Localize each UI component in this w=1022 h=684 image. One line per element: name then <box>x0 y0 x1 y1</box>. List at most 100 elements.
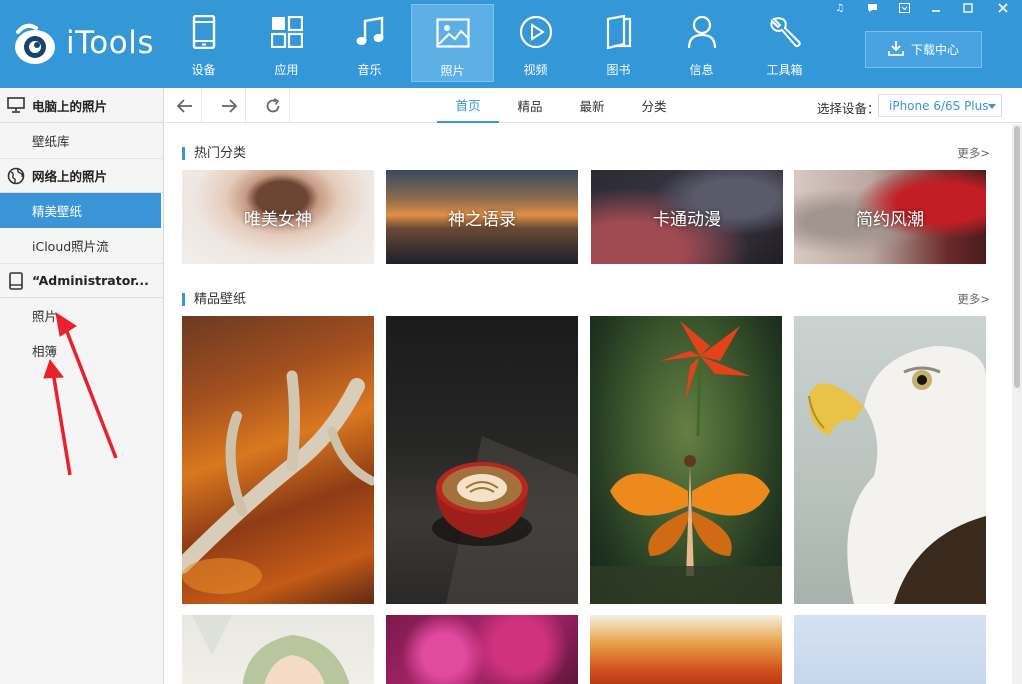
tab-featured[interactable]: 精品 <box>499 88 561 123</box>
nav-label: 设备 <box>191 63 216 77</box>
sidebar-item-label: 相簿 <box>32 344 58 359</box>
device-icon <box>7 271 25 290</box>
device-select-label: 选择设备： <box>817 101 880 116</box>
tab-latest[interactable]: 最新 <box>561 88 623 123</box>
nav-photos[interactable]: 照片 <box>411 4 494 82</box>
nav-device[interactable]: 设备 <box>162 4 245 82</box>
eagle-image <box>808 346 986 604</box>
sidebar-item-wallpaper-library[interactable]: 壁纸库 <box>0 123 163 158</box>
back-arrow-icon[interactable] <box>170 88 200 123</box>
category-tile[interactable]: 神之语录 <box>386 170 578 264</box>
nav-label: 应用 <box>274 63 299 77</box>
maximize-icon[interactable] <box>952 0 984 16</box>
app-name: iTools <box>66 25 154 61</box>
sidebar-item-label: iCloud照片流 <box>32 239 109 254</box>
scrollbar-thumb[interactable] <box>1014 126 1020 388</box>
apps-grid-icon <box>269 14 305 50</box>
download-label: 下载中心 <box>910 43 959 57</box>
category-tile[interactable]: 卡通动漫 <box>591 170 783 264</box>
hot-categories-title: 热门分类 <box>182 147 246 160</box>
content-tabs: 首页 精品 最新 分类 <box>437 88 685 123</box>
window-controls: ♫ <box>824 0 1022 16</box>
nav-label: 音乐 <box>357 63 382 77</box>
category-tile[interactable]: 唯美女神 <box>182 170 374 264</box>
music-note-icon <box>352 14 388 50</box>
itools-logo-icon <box>15 23 55 64</box>
book-icon <box>601 14 637 50</box>
sidebar-section-title: 电脑上的照片 <box>32 98 108 114</box>
category-tile[interactable]: 简约风潮 <box>794 170 986 264</box>
device-select[interactable]: iPhone 6/6S Plus <box>878 94 1002 117</box>
app-logo: iTools <box>12 20 154 66</box>
chevron-down-icon <box>988 104 996 109</box>
nav-label: 图书 <box>606 63 631 77</box>
wallpaper-thumbnail[interactable] <box>794 615 986 684</box>
nav-music[interactable]: 音乐 <box>328 4 411 82</box>
sidebar-item-albums[interactable]: 相簿 <box>0 333 163 368</box>
sidebar-item-featured-wallpapers[interactable]: 精美壁纸 <box>0 193 161 228</box>
toolbar-divider <box>289 88 290 123</box>
tab-categories[interactable]: 分类 <box>623 88 685 123</box>
wallpaper-thumbnail[interactable] <box>590 615 782 684</box>
sidebar-item-label: 精美壁纸 <box>32 204 83 219</box>
play-icon <box>518 14 554 50</box>
download-center-button[interactable]: 下载中心 <box>865 31 982 68</box>
wallpaper-thumbnail[interactable] <box>386 615 578 684</box>
nav-apps[interactable]: 应用 <box>245 4 328 82</box>
sidebar: 电脑上的照片 壁纸库 网络上的照片 精美壁纸 iCloud照片流 “Admini… <box>0 88 164 684</box>
wrench-icon <box>767 14 803 50</box>
anime-girl-image <box>192 615 350 684</box>
antler-image <box>182 370 374 594</box>
toolbar-divider <box>201 88 202 123</box>
latte-cup-image <box>432 436 578 604</box>
category-label: 神之语录 <box>448 209 516 230</box>
category-label: 简约风潮 <box>856 209 924 230</box>
nav-label: 工具箱 <box>766 63 803 77</box>
wallpapers-title: 精品壁纸 <box>182 293 246 306</box>
butterfly-woman-image <box>590 321 782 604</box>
sidebar-section-title: “Administrator... <box>32 273 149 288</box>
sidebar-item-icloud-photostream[interactable]: iCloud照片流 <box>0 228 163 263</box>
monitor-icon <box>7 96 25 114</box>
wallpaper-thumbnail[interactable] <box>590 316 782 604</box>
nav-messages[interactable]: 信息 <box>660 4 743 82</box>
nav-video[interactable]: 视频 <box>494 4 577 82</box>
sidebar-section-title: 网络上的照片 <box>32 169 108 184</box>
minimize-icon[interactable] <box>920 0 952 16</box>
main-content: 热门分类 更多> 唯美女神 神之语录 卡通动漫 简约风潮 精品壁纸 更多> <box>165 124 1012 684</box>
wallpaper-thumbnail[interactable] <box>794 316 986 604</box>
hot-categories-more-link[interactable]: 更多> <box>957 145 990 161</box>
tab-home[interactable]: 首页 <box>437 88 499 123</box>
download-icon <box>888 40 904 59</box>
nav-label: 视频 <box>523 63 548 77</box>
main-nav: 设备 应用 音乐 照片 视频 图书 信息 工具箱 <box>162 4 826 82</box>
nav-books[interactable]: 图书 <box>577 4 660 82</box>
refresh-icon[interactable] <box>258 88 288 123</box>
nav-label: 信息 <box>689 63 714 77</box>
sidebar-section-online[interactable]: 网络上的照片 <box>0 158 163 193</box>
category-label: 唯美女神 <box>244 209 312 230</box>
menu-icon[interactable] <box>888 0 920 16</box>
globe-icon <box>7 167 25 185</box>
feedback-icon[interactable] <box>856 0 888 16</box>
toolbar-divider <box>245 88 246 123</box>
wallpaper-thumbnail[interactable] <box>386 316 578 604</box>
wallpaper-thumbnail[interactable] <box>182 316 374 604</box>
nav-label: 照片 <box>440 64 465 78</box>
vertical-scrollbar[interactable] <box>1012 124 1022 684</box>
top-bar: iTools 设备 应用 音乐 照片 视频 图书 信息 工具箱 ♫ 下载中心 <box>0 0 1022 88</box>
sidebar-item-label: 照片 <box>32 309 58 324</box>
person-icon <box>684 14 720 50</box>
wallpaper-thumbnail[interactable] <box>182 615 374 684</box>
music-mini-icon[interactable]: ♫ <box>824 0 856 16</box>
sidebar-item-photos[interactable]: 照片 <box>0 298 163 333</box>
sidebar-section-device[interactable]: “Administrator... <box>0 263 163 298</box>
wallpapers-more-link[interactable]: 更多> <box>957 291 990 307</box>
close-icon[interactable] <box>984 0 1022 16</box>
device-select-value: iPhone 6/6S Plus <box>889 98 989 113</box>
picture-icon <box>435 15 471 51</box>
sidebar-section-computer[interactable]: 电脑上的照片 <box>0 88 163 123</box>
phone-icon <box>186 14 222 50</box>
forward-arrow-icon[interactable] <box>214 88 244 123</box>
nav-tools[interactable]: 工具箱 <box>743 4 826 82</box>
